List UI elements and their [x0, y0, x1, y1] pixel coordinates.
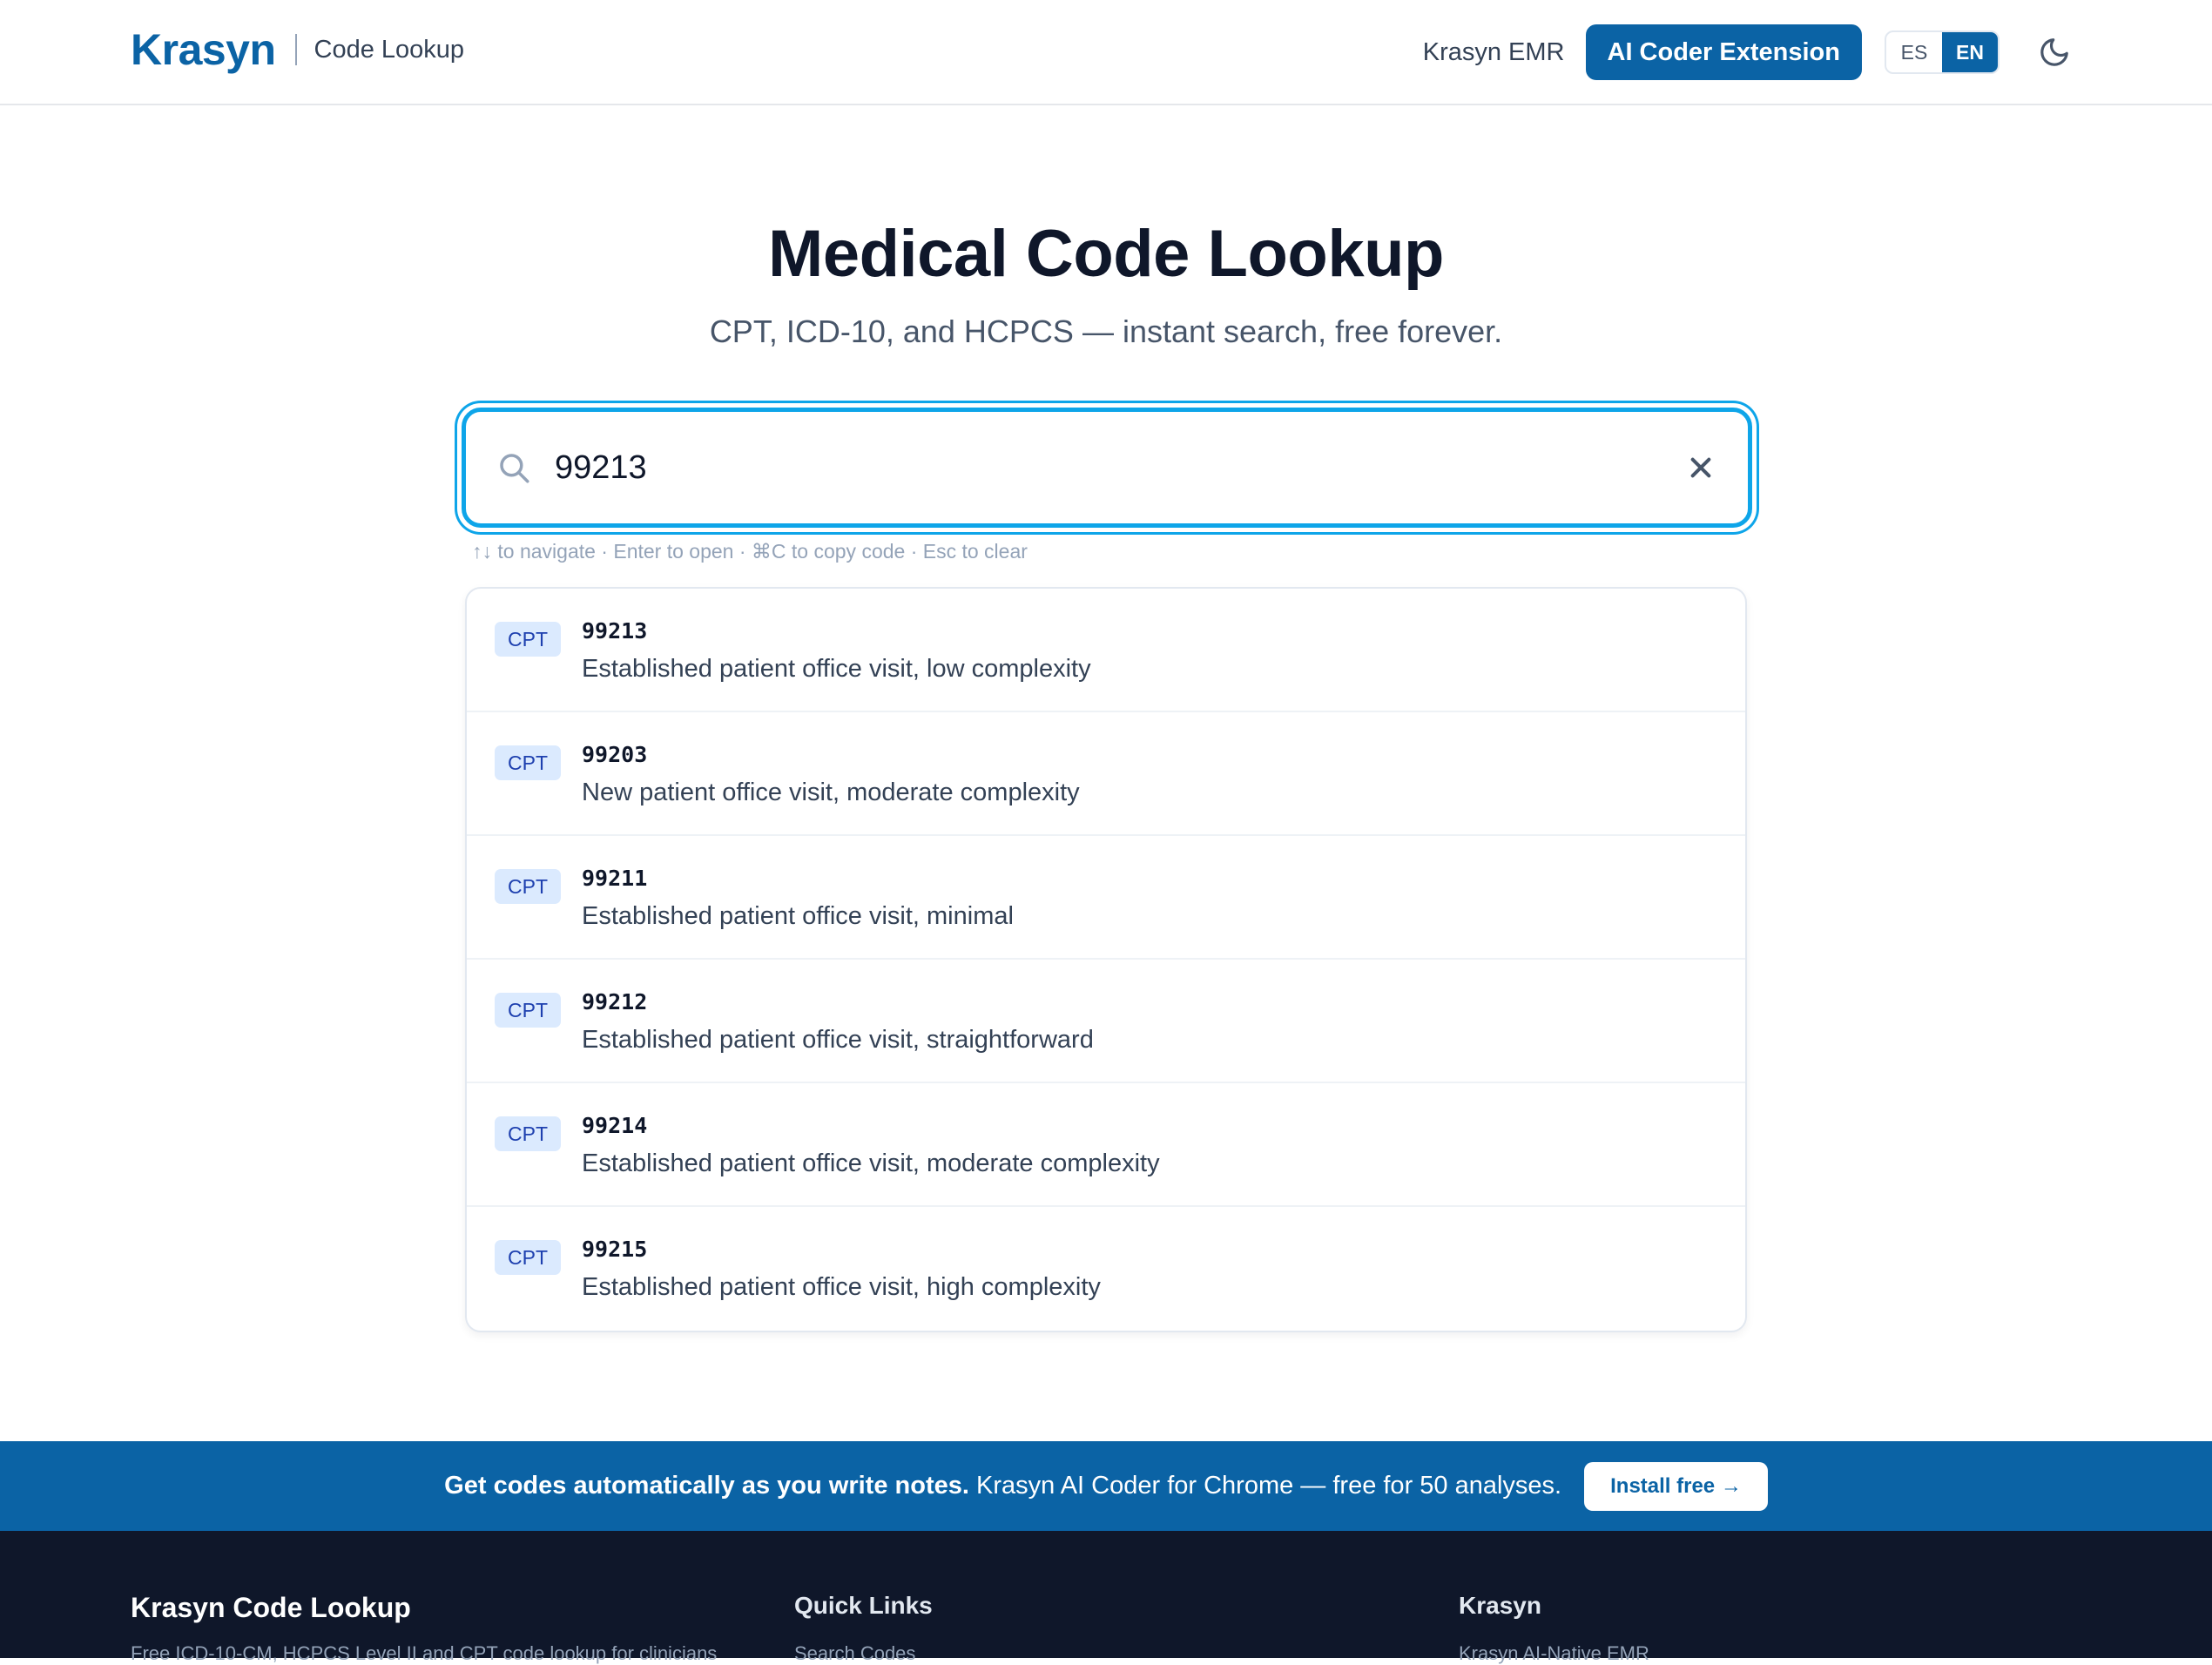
result-code: 99213	[582, 618, 648, 644]
promo-banner: Get codes automatically as you write not…	[0, 1441, 2212, 1531]
ai-coder-extension-button[interactable]: AI Coder Extension	[1585, 24, 1862, 80]
promo-body: Krasyn AI Coder for Chrome — free for 50…	[968, 1472, 1562, 1500]
install-free-button[interactable]: Install free →	[1584, 1461, 1768, 1511]
code-type-badge: CPT	[495, 1116, 561, 1151]
site-header: Krasyn Code Lookup Krasyn EMR AI Coder E…	[0, 0, 2212, 105]
result-description: New patient office visit, moderate compl…	[582, 779, 1080, 806]
lang-es-button[interactable]: ES	[1886, 32, 1942, 72]
code-type-badge: CPT	[495, 993, 561, 1028]
footer-heading-quick-links: Quick Links	[794, 1592, 933, 1619]
footer-heading-krasyn: Krasyn	[1459, 1592, 1541, 1619]
result-code: 99212	[582, 989, 648, 1015]
language-toggle: ES EN	[1885, 30, 2000, 74]
close-icon[interactable]	[1683, 450, 1718, 485]
search-icon	[496, 449, 532, 486]
footer-title: Krasyn Code Lookup	[131, 1592, 411, 1623]
result-row[interactable]: CPT 99211 Established patient office vis…	[467, 836, 1745, 960]
result-row[interactable]: CPT 99213 Established patient office vis…	[467, 589, 1745, 712]
promo-headline: Get codes automatically as you write not…	[444, 1472, 969, 1500]
result-code: 99214	[582, 1113, 648, 1138]
result-code: 99203	[582, 742, 648, 767]
code-type-badge: CPT	[495, 622, 561, 657]
result-row[interactable]: CPT 99203 New patient office visit, mode…	[467, 712, 1745, 836]
code-type-badge: CPT	[495, 1240, 561, 1275]
search-box	[462, 408, 1752, 528]
code-type-badge: CPT	[495, 745, 561, 780]
result-code: 99211	[582, 866, 648, 891]
footer-link-search-codes[interactable]: Search Codes	[794, 1642, 915, 1665]
keyboard-hint: ↑↓ to navigate · Enter to open · ⌘C to c…	[472, 540, 1028, 563]
brand-subtitle: Code Lookup	[314, 35, 465, 64]
footer-description: Free ICD-10-CM, HCPCS Level II and CPT c…	[131, 1642, 718, 1664]
promo-text: Get codes automatically as you write not…	[444, 1472, 1561, 1500]
result-row[interactable]: CPT 99214 Established patient office vis…	[467, 1083, 1745, 1207]
result-row[interactable]: CPT 99212 Established patient office vis…	[467, 960, 1745, 1083]
brand[interactable]: Krasyn Code Lookup	[131, 24, 464, 75]
footer-link-krasyn-emr[interactable]: Krasyn AI-Native EMR	[1459, 1642, 1649, 1665]
code-type-badge: CPT	[495, 869, 561, 904]
search-input[interactable]	[553, 412, 1598, 523]
result-description: Established patient office visit, low co…	[582, 655, 1091, 683]
brand-divider	[294, 34, 297, 65]
result-row[interactable]: CPT 99215 Established patient office vis…	[467, 1207, 1745, 1331]
brand-logo[interactable]: Krasyn	[131, 24, 276, 75]
lang-en-button[interactable]: EN	[1942, 32, 1998, 72]
result-description: Established patient office visit, minima…	[582, 902, 1014, 930]
site-footer: Krasyn Code Lookup Free ICD-10-CM, HCPCS…	[0, 1531, 2212, 1664]
results-list: CPT 99213 Established patient office vis…	[465, 587, 1747, 1332]
moon-icon[interactable]	[2034, 32, 2074, 72]
result-description: Established patient office visit, modera…	[582, 1149, 1160, 1177]
result-description: Established patient office visit, straig…	[582, 1026, 1094, 1054]
nav-link-krasyn-emr[interactable]: Krasyn EMR	[1423, 38, 1565, 67]
page-title: Medical Code Lookup	[768, 217, 1444, 291]
header-nav: Krasyn EMR AI Coder Extension ES EN	[1423, 24, 2074, 80]
page-subtitle: CPT, ICD-10, and HCPCS — instant search,…	[709, 313, 1503, 349]
result-code: 99215	[582, 1237, 648, 1262]
result-description: Established patient office visit, high c…	[582, 1273, 1101, 1301]
